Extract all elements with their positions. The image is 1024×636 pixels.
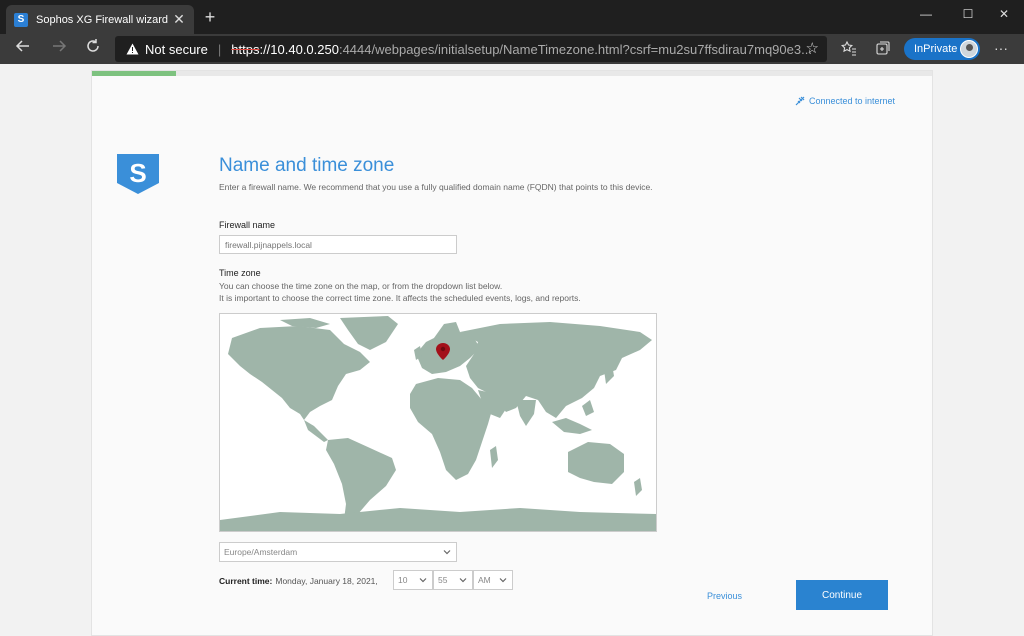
chevron-down-icon — [459, 578, 467, 583]
url-path: :4444/webpages/initialsetup/NameTimezone… — [338, 41, 812, 57]
connection-status-label: Connected to internet — [809, 96, 896, 106]
back-arrow-icon[interactable] — [12, 38, 34, 60]
current-date: Monday, January 18, 2021, — [275, 576, 378, 586]
firewall-name-label: Firewall name — [219, 220, 276, 230]
firewall-name-input[interactable] — [219, 235, 457, 254]
ampm-value: AM — [478, 575, 491, 585]
address-separator: | — [217, 41, 222, 57]
hour-value: 10 — [398, 575, 408, 585]
previous-link[interactable]: Previous — [707, 591, 742, 601]
forward-arrow-icon[interactable] — [48, 38, 70, 60]
current-time-row: Current time: Monday, January 18, 2021, — [219, 571, 378, 591]
sophos-favicon-icon: S — [14, 12, 28, 27]
page-title: Name and time zone — [219, 155, 395, 176]
current-time-label: Current time: — [219, 576, 273, 586]
tab-title: Sophos XG Firewall wizard — [36, 13, 169, 26]
wizard-progress-fill — [92, 71, 176, 76]
inprivate-label: InPrivate — [914, 43, 958, 55]
ampm-select[interactable]: AM — [473, 570, 513, 590]
inprivate-button[interactable]: InPrivate — [904, 38, 980, 60]
browser-tab[interactable]: S Sophos XG Firewall wizard ✕ — [6, 5, 194, 34]
sophos-logo-icon: S — [116, 153, 160, 200]
collections-icon[interactable] — [874, 40, 892, 59]
refresh-icon[interactable] — [82, 38, 104, 60]
close-tab-icon[interactable]: ✕ — [172, 11, 186, 28]
avatar — [960, 40, 978, 58]
favorite-star-icon[interactable]: ☆ — [806, 39, 819, 57]
title-bar: S Sophos XG Firewall wizard ✕ + — ☐ ✕ — [0, 0, 1024, 34]
address-bar[interactable]: Not secure | https ://10.40.0.250 :4444/… — [115, 36, 827, 62]
page-viewport: Connected to internet S Name and time zo… — [0, 64, 1024, 636]
timezone-label: Time zone — [219, 268, 261, 278]
more-menu-icon[interactable]: ··· — [994, 40, 1008, 56]
chevron-down-icon — [443, 550, 451, 555]
maximize-icon[interactable]: ☐ — [948, 4, 988, 24]
close-window-icon[interactable]: ✕ — [984, 4, 1024, 24]
minimize-icon[interactable]: — — [906, 4, 946, 24]
minute-value: 55 — [438, 575, 448, 585]
timezone-world-map[interactable] — [219, 313, 657, 532]
wizard-panel: Connected to internet S Name and time zo… — [91, 70, 933, 636]
timezone-select-value: Europe/Amsterdam — [224, 547, 298, 557]
wizard-progress-bar — [92, 71, 932, 76]
chevron-down-icon — [499, 578, 507, 583]
browser-toolbar: Not secure | https ://10.40.0.250 :4444/… — [0, 34, 1024, 64]
chevron-down-icon — [419, 578, 427, 583]
timezone-help-2: It is important to choose the correct ti… — [219, 293, 581, 303]
not-secure-label[interactable]: Not secure — [145, 42, 208, 57]
connection-status: Connected to internet — [795, 96, 895, 106]
warning-icon — [125, 42, 139, 56]
connection-icon — [795, 96, 805, 106]
svg-text:S: S — [129, 158, 146, 188]
minute-select[interactable]: 55 — [433, 570, 473, 590]
timezone-help-1: You can choose the time zone on the map,… — [219, 281, 503, 291]
favorites-icon[interactable] — [840, 40, 858, 59]
continue-button[interactable]: Continue — [796, 580, 888, 610]
timezone-select[interactable]: Europe/Amsterdam — [219, 542, 457, 562]
page-subtitle: Enter a firewall name. We recommend that… — [219, 182, 653, 192]
url-scheme: https — [231, 41, 260, 57]
url-host: ://10.40.0.250 — [259, 41, 339, 57]
new-tab-icon[interactable]: + — [201, 8, 219, 26]
hour-select[interactable]: 10 — [393, 570, 433, 590]
